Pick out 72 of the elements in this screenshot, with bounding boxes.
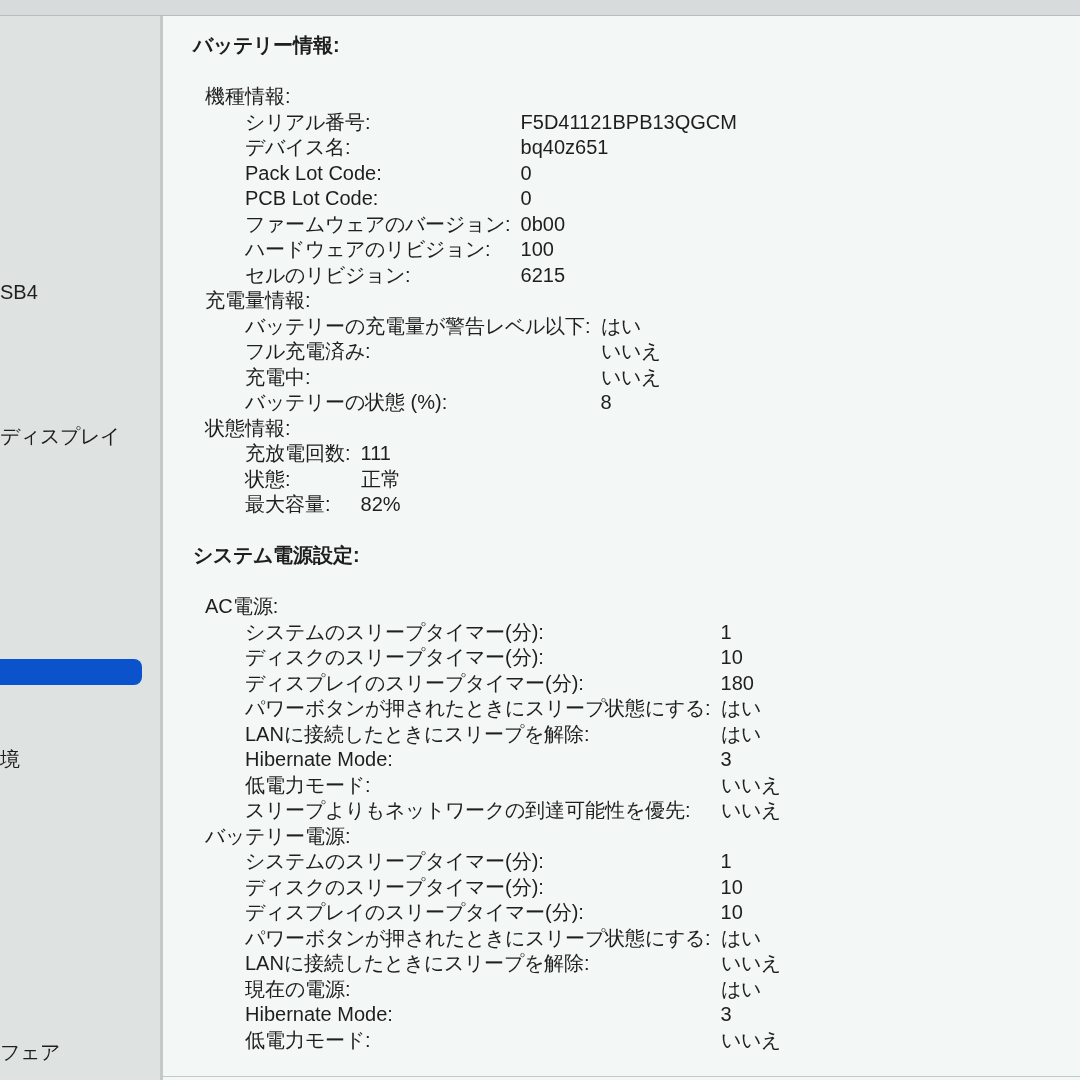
property-value: 0 — [520, 186, 532, 211]
property-label: シリアル番号: — [245, 109, 371, 135]
sidebar-item[interactable]: フェア — [0, 1039, 60, 1065]
property-value: いいえ — [600, 364, 661, 390]
section-heading: バッテリー情報: — [193, 33, 340, 58]
property-value: 10 — [720, 645, 743, 670]
property-label: ディスクのスリープタイマー(分): — [245, 645, 544, 670]
property-label: ディスプレイのスリープタイマー(分): — [245, 900, 584, 925]
property-value: いいえ — [600, 339, 661, 364]
property-label: 充放電回数: — [245, 441, 351, 466]
property-label: 状態: — [245, 466, 291, 492]
property-label: PCB Lot Code: — [245, 186, 379, 211]
property-label: ディスクのスリープタイマー(分): — [245, 874, 544, 900]
property-label: バッテリーの充電量が警告レベル以下: — [245, 313, 591, 339]
property-label: LANに接続したときにスリープを解除: — [245, 951, 590, 976]
section-heading: システム電源設定: — [193, 543, 360, 568]
property-value: はい — [720, 976, 761, 1002]
property-value: 正常 — [360, 466, 401, 492]
property-value: はい — [720, 925, 761, 951]
property-value: 180 — [720, 670, 754, 696]
property-value: 111 — [360, 441, 391, 466]
sidebar-item[interactable]: SB4 — [0, 279, 38, 305]
sidebar-item[interactable]: ディスプレイ — [0, 423, 120, 449]
property-value: 0b00 — [520, 211, 566, 237]
property-value: F5D41121BPB13QGCM — [520, 109, 737, 135]
property-label: Pack Lot Code: — [245, 160, 382, 186]
property-value: いいえ — [720, 1027, 781, 1053]
property-label: パワーボタンが押されたときにスリープ状態にする: — [245, 925, 711, 951]
property-label: 充電中: — [245, 364, 311, 390]
property-value: はい — [600, 313, 641, 339]
group-heading: 機種情報: — [205, 84, 291, 109]
property-label: システムのスリープタイマー(分): — [245, 619, 544, 645]
property-label: Hibernate Mode: — [245, 747, 393, 772]
property-label: 低電力モード: — [245, 1027, 371, 1053]
property-label: 低電力モード: — [245, 772, 371, 798]
property-value: 82% — [360, 492, 401, 517]
property-value: bq40z651 — [520, 135, 609, 160]
property-label: Hibernate Mode: — [245, 1002, 393, 1027]
group-heading: 状態情報: — [205, 415, 291, 441]
property-label: システムのスリープタイマー(分): — [245, 849, 544, 874]
property-value: いいえ — [720, 772, 781, 798]
property-label: バッテリーの状態 (%): — [245, 390, 448, 415]
property-value: 8 — [600, 390, 612, 415]
group-heading: AC電源: — [205, 594, 279, 619]
sidebar-item[interactable]: 境 — [0, 746, 20, 772]
property-label: ファームウェアのバージョン: — [245, 211, 511, 237]
property-label: LANに接続したときにスリープを解除: — [245, 721, 590, 747]
group-heading: 充電量情報: — [205, 288, 311, 313]
property-value: いいえ — [720, 951, 781, 976]
property-value: 0 — [520, 160, 532, 186]
property-value: 10 — [720, 874, 743, 900]
property-label: ディスプレイのスリープタイマー(分): — [245, 670, 584, 696]
property-label: パワーボタンが押されたときにスリープ状態にする: — [245, 696, 711, 721]
property-label: デバイス名: — [245, 135, 351, 160]
property-value: 3 — [720, 747, 732, 772]
property-value: はい — [720, 696, 761, 721]
property-label: 最大容量: — [245, 492, 331, 517]
property-value: 3 — [720, 1002, 732, 1027]
property-value: 1 — [720, 849, 732, 874]
property-value: 6215 — [520, 262, 566, 288]
selected-sidebar-row[interactable] — [0, 659, 142, 685]
property-label: 現在の電源: — [245, 976, 351, 1002]
property-value: はい — [720, 721, 761, 747]
property-value: 1 — [720, 619, 732, 645]
property-label: フル充電済み: — [245, 339, 371, 364]
property-value: 100 — [520, 237, 554, 262]
property-value: 10 — [720, 900, 743, 925]
property-label: セルのリビジョン: — [245, 262, 411, 288]
property-label: ハードウェアのリビジョン: — [245, 237, 491, 262]
property-label: スリープよりもネットワークの到達可能性を優先: — [245, 798, 691, 823]
group-heading: バッテリー電源: — [205, 823, 351, 849]
property-value: いいえ — [720, 798, 781, 823]
